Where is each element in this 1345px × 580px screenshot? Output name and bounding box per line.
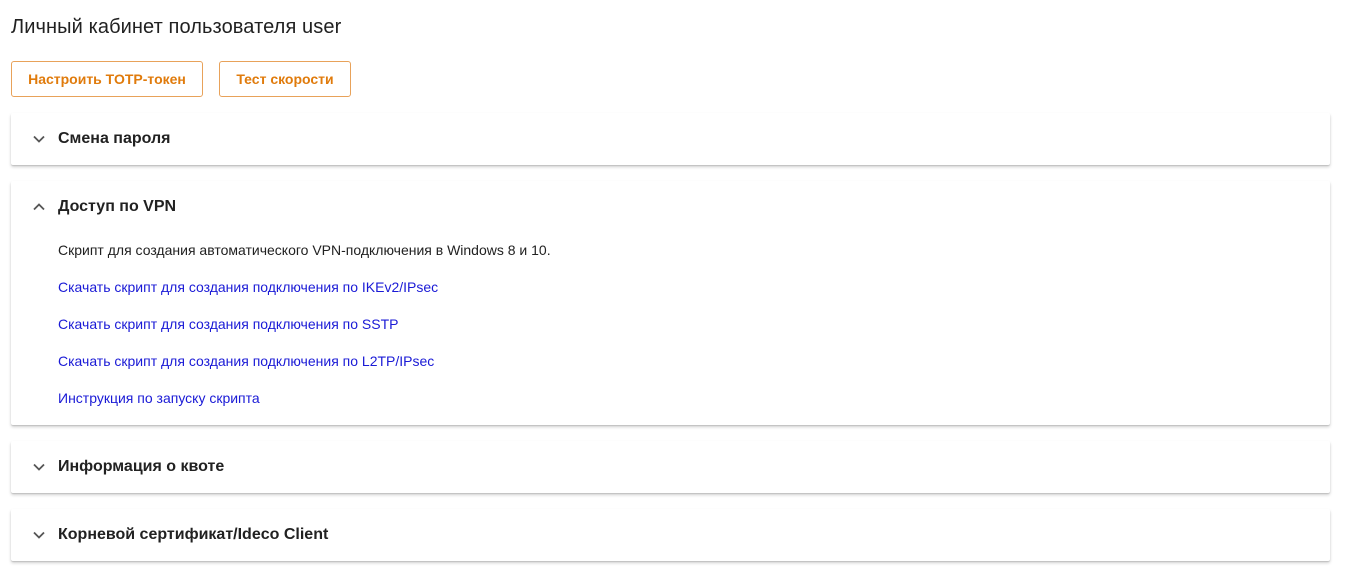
panel-title: Смена пароля (58, 130, 171, 147)
panel-title: Информация о квоте (58, 458, 225, 475)
download-sstp-script-link[interactable]: Скачать скрипт для создания подключения … (58, 316, 398, 332)
vpn-description: Скрипт для создания автоматического VPN-… (58, 242, 551, 258)
panel-vpn-access: Доступ по VPN Скрипт для создания автома… (11, 181, 1330, 425)
panel-title: Корневой сертификат/Ideco Client (58, 526, 329, 543)
chevron-down-icon (31, 459, 47, 475)
chevron-down-icon (31, 131, 47, 147)
panel-root-certificate: Корневой сертификат/Ideco Client (11, 509, 1330, 561)
panel-header-vpn-access[interactable]: Доступ по VPN (11, 181, 1330, 233)
chevron-up-icon (31, 199, 47, 215)
panel-header-password-change[interactable]: Смена пароля (11, 113, 1330, 165)
panel-password-change: Смена пароля (11, 113, 1330, 165)
panel-quota-info: Информация о квоте (11, 441, 1330, 493)
script-instructions-link[interactable]: Инструкция по запуску скрипта (58, 390, 260, 406)
download-l2tp-script-link[interactable]: Скачать скрипт для создания подключения … (58, 353, 434, 369)
panel-header-quota-info[interactable]: Информация о квоте (11, 441, 1330, 493)
page-title: Личный кабинет пользователя user (11, 16, 342, 38)
panel-body-vpn-access: Скрипт для создания автоматического VPN-… (11, 233, 1330, 425)
chevron-down-icon (31, 527, 47, 543)
panel-title: Доступ по VPN (58, 198, 177, 215)
setup-totp-button[interactable]: Настроить TOTP-токен (11, 61, 203, 97)
download-ikev2-script-link[interactable]: Скачать скрипт для создания подключения … (58, 279, 438, 295)
user-cabinet-page: Личный кабинет пользователя user Настрои… (0, 0, 1345, 580)
panel-header-root-certificate[interactable]: Корневой сертификат/Ideco Client (11, 509, 1330, 561)
speed-test-button[interactable]: Тест скорости (219, 61, 351, 97)
